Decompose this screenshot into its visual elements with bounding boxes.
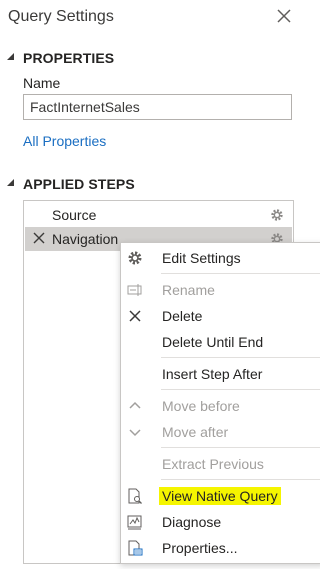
all-properties-link[interactable]: All Properties	[23, 133, 106, 149]
menu-item-rename[interactable]: Rename	[121, 278, 320, 302]
collapse-triangle-icon[interactable]	[6, 52, 16, 62]
menu-item-view-native-query[interactable]: View Native Query	[121, 484, 320, 508]
collapse-triangle-icon[interactable]	[6, 178, 16, 188]
menu-item-label: View Native Query	[159, 487, 281, 505]
name-label: Name	[23, 75, 61, 91]
menu-item-move-after[interactable]: Move after	[121, 420, 320, 444]
menu-item-label: Insert Step After	[162, 366, 263, 382]
close-icon[interactable]	[274, 6, 294, 26]
menu-item-label: Delete	[162, 308, 203, 324]
menu-item-label: Rename	[162, 282, 215, 298]
menu-item-move-before[interactable]: Move before	[121, 394, 320, 418]
rename-icon	[127, 284, 142, 296]
name-field[interactable]	[23, 94, 292, 120]
close-icon	[129, 310, 141, 322]
menu-item-label: Edit Settings	[162, 250, 241, 266]
menu-divider	[161, 273, 320, 274]
menu-item-delete-until-end[interactable]: Delete Until End	[121, 330, 320, 354]
menu-divider	[161, 447, 320, 448]
chevron-down-icon	[129, 429, 141, 437]
chevron-up-icon	[129, 401, 141, 409]
menu-item-label: Move before	[162, 398, 240, 414]
menu-item-diagnose[interactable]: Diagnose	[121, 510, 320, 534]
step-source[interactable]: Source	[25, 203, 292, 227]
menu-item-label: Diagnose	[162, 514, 222, 530]
menu-item-extract-previous[interactable]: Extract Previous	[121, 452, 320, 476]
menu-divider	[161, 479, 320, 480]
step-label: Source	[52, 207, 97, 223]
menu-item-insert-step-after[interactable]: Insert Step After	[121, 362, 320, 386]
delete-step-icon[interactable]	[33, 232, 45, 244]
menu-item-properties[interactable]: Properties...	[121, 536, 320, 560]
menu-divider	[161, 389, 320, 390]
properties-header: PROPERTIES	[23, 50, 115, 66]
applied-steps-header: APPLIED STEPS	[23, 176, 135, 192]
context-menu: Edit Settings Rename Delete Delete Until…	[120, 242, 320, 564]
properties-icon	[128, 540, 143, 556]
menu-item-delete[interactable]: Delete	[121, 304, 320, 328]
panel-title: Query Settings	[8, 8, 114, 25]
gear-icon[interactable]	[270, 208, 284, 222]
menu-divider	[161, 357, 320, 358]
menu-item-label: Properties...	[162, 540, 238, 556]
gear-icon	[128, 251, 142, 265]
menu-item-label: Extract Previous	[162, 456, 264, 472]
menu-item-edit-settings[interactable]: Edit Settings	[121, 246, 320, 270]
step-label: Navigation	[52, 231, 119, 247]
menu-item-label: Move after	[162, 424, 229, 440]
menu-item-label: Delete Until End	[162, 334, 264, 350]
native-query-icon	[128, 488, 142, 504]
diagnose-icon	[127, 515, 142, 530]
